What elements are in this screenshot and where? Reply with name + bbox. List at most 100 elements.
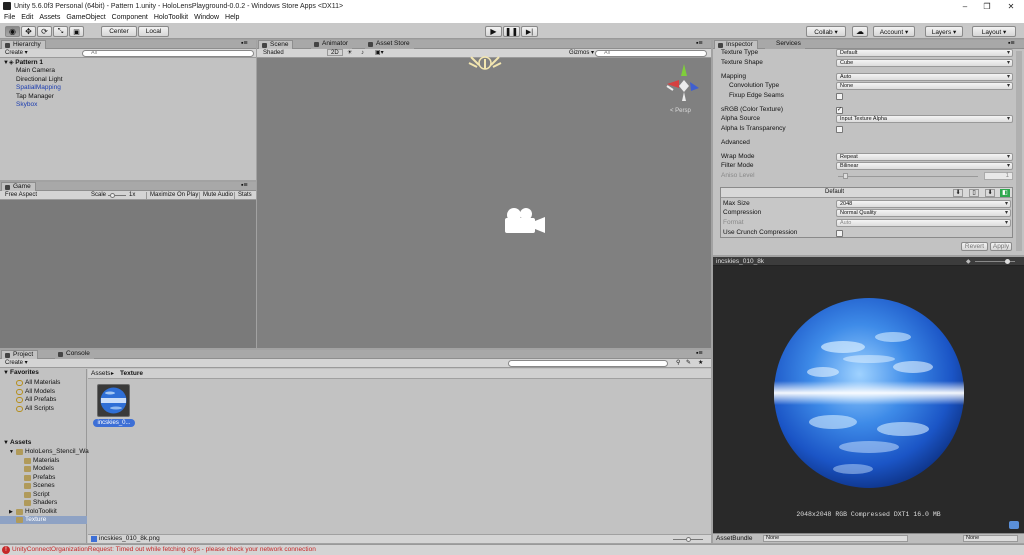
tab-project[interactable]: Project <box>1 350 39 359</box>
mobile-icon[interactable]: ▯ <box>969 189 979 197</box>
favorite-item[interactable]: All Scripts <box>16 405 54 413</box>
platform-dropdown[interactable]: 2048 <box>836 200 1011 208</box>
inspector-dropdown[interactable]: None <box>836 82 1013 90</box>
tab-services[interactable]: Services <box>765 40 805 49</box>
hierarchy-item[interactable]: Tap Manager <box>16 93 54 101</box>
scene-root[interactable]: ▼◈ Pattern 1 <box>3 59 43 67</box>
favorite-item[interactable]: All Materials <box>16 379 60 387</box>
pause-button[interactable]: ❚❚ <box>503 26 520 37</box>
inspector-dropdown[interactable]: Repeat <box>836 153 1013 161</box>
asset-folder-item[interactable]: Script <box>24 491 50 499</box>
inspector-dropdown[interactable]: Input Texture Alpha <box>836 115 1013 123</box>
tab-hierarchy[interactable]: Hierarchy <box>1 40 46 49</box>
project-menu-icon[interactable]: ▪≡ <box>693 350 706 357</box>
hierarchy-search-input[interactable]: All <box>82 50 254 57</box>
close-button[interactable]: ✕ <box>1000 0 1022 12</box>
project-search-input[interactable] <box>508 360 668 367</box>
platform-default-tab[interactable]: Default <box>825 189 844 195</box>
favorite-star-icon[interactable]: ★ <box>695 360 706 367</box>
asset-thumbnail[interactable] <box>97 384 130 417</box>
asset-bundle-dropdown[interactable]: None <box>763 535 908 542</box>
inspector-dropdown[interactable]: Cube <box>836 59 1013 67</box>
asset-label[interactable]: incskies_0... <box>93 419 135 427</box>
revert-button[interactable]: Revert <box>961 242 988 251</box>
inspector-checkbox[interactable] <box>836 126 843 133</box>
expand-arrow-icon[interactable]: ▼ <box>9 448 14 456</box>
asset-folder-item[interactable]: Models <box>24 465 54 473</box>
aniso-slider-thumb[interactable] <box>843 173 848 179</box>
status-message[interactable]: UnityConnectOrganizationRequest: Timed o… <box>12 546 316 553</box>
menu-file[interactable]: File <box>4 14 15 21</box>
rect-tool-button[interactable]: ▣ <box>69 26 84 37</box>
menu-holotoolkit[interactable]: HoloToolkit <box>154 14 188 21</box>
hierarchy-item[interactable]: Main Camera <box>16 67 55 75</box>
inspector-scrollbar[interactable] <box>1016 51 1022 251</box>
aniso-value-field[interactable]: 1 <box>984 172 1013 180</box>
hierarchy-create-button[interactable]: Create ▾ <box>2 50 31 57</box>
asset-folder-item[interactable]: Texture <box>0 516 87 524</box>
panel-lock-icon[interactable]: ▪≡ <box>238 40 251 47</box>
menu-edit[interactable]: Edit <box>21 14 33 21</box>
layers-dropdown[interactable]: Layers ▾ <box>925 26 963 37</box>
asset-variant-dropdown[interactable]: None <box>963 535 1018 542</box>
hierarchy-item[interactable]: SpatialMapping <box>16 84 61 92</box>
tab-game[interactable]: Game <box>1 182 36 191</box>
assets-root[interactable]: ▼ Assets <box>3 439 31 447</box>
inspector-dropdown[interactable]: Default <box>836 49 1013 57</box>
effects-toggle-icon[interactable]: ▣▾ <box>372 50 387 57</box>
inspector-checkbox[interactable] <box>836 93 843 100</box>
maximize-on-play-toggle[interactable]: Maximize On Play <box>146 192 201 199</box>
hierarchy-item[interactable]: Skybox <box>16 101 37 109</box>
stats-toggle[interactable]: Stats <box>234 192 255 199</box>
project-create-button[interactable]: Create ▾ <box>2 360 31 367</box>
account-button[interactable]: Account ▾ <box>873 26 915 37</box>
hand-tool-button[interactable]: ◉ <box>5 26 20 37</box>
platform-checkbox[interactable] <box>836 230 843 237</box>
step-button[interactable]: ▶| <box>521 26 538 37</box>
asset-folder-item[interactable]: Materials <box>24 457 59 465</box>
menu-help[interactable]: Help <box>225 14 239 21</box>
menu-assets[interactable]: Assets <box>39 14 60 21</box>
tab-animator[interactable]: Animator <box>311 40 353 49</box>
hierarchy-item[interactable]: Directional Light <box>16 76 63 84</box>
download-platform-icon[interactable]: ⬇ <box>985 189 995 197</box>
favorites-root[interactable]: ▼ Favorites <box>3 369 39 377</box>
inspector-dropdown[interactable]: Auto <box>836 73 1013 81</box>
advanced-foldout[interactable]: Advanced <box>715 139 750 147</box>
filter-type-icon[interactable]: ⚲ <box>673 360 683 367</box>
tab-asset-store[interactable]: Asset Store <box>365 40 414 49</box>
breadcrumb-texture[interactable]: Texture <box>120 370 143 377</box>
aniso-slider-track[interactable] <box>838 176 978 177</box>
asset-folder-item[interactable]: HoloToolkit ▶ <box>9 508 57 516</box>
game-panel-menu-icon[interactable]: ▪≡ <box>238 182 251 189</box>
gizmos-dropdown[interactable]: Gizmos ▾ <box>566 50 597 57</box>
pivot-center-button[interactable]: Center <box>101 26 137 37</box>
mip-slider-icon[interactable]: ◆ <box>966 258 971 265</box>
light-gizmo-icon[interactable] <box>465 55 505 77</box>
play-button[interactable]: ▶ <box>485 26 502 37</box>
favorite-item[interactable]: All Models <box>16 388 55 396</box>
scale-tool-button[interactable]: ⤡ <box>53 26 68 37</box>
orientation-gizmo[interactable] <box>665 62 703 104</box>
platform-dropdown[interactable]: Auto <box>836 219 1011 227</box>
scene-panel-menu-icon[interactable]: ▪≡ <box>693 40 706 47</box>
collab-button[interactable]: Collab ▾ <box>806 26 846 37</box>
layout-dropdown[interactable]: Layout ▾ <box>972 26 1016 37</box>
shading-mode-dropdown[interactable]: Shaded <box>260 50 324 57</box>
inspector-checkbox[interactable]: ✓ <box>836 107 843 114</box>
icon-size-slider-thumb[interactable] <box>686 537 691 542</box>
mute-audio-toggle[interactable]: Mute Audio <box>199 192 236 199</box>
menu-gameobject[interactable]: GameObject <box>66 14 105 21</box>
favorite-item[interactable]: All Prefabs <box>16 396 56 404</box>
asset-folder-item[interactable]: Prefabs <box>24 474 55 482</box>
asset-folder-item[interactable]: Scenes <box>24 482 55 490</box>
scene-search-input[interactable]: All <box>595 50 707 57</box>
camera-gizmo-icon[interactable] <box>502 205 548 237</box>
maximize-button[interactable]: ❐ <box>976 0 998 12</box>
download-icon[interactable]: ⬇ <box>953 189 963 197</box>
filter-label-icon[interactable]: ✎ <box>683 360 694 367</box>
menu-window[interactable]: Window <box>194 14 219 21</box>
mip-slider-thumb[interactable] <box>1005 259 1010 264</box>
persp-label[interactable]: < Persp <box>670 108 691 114</box>
cloud-button[interactable]: ☁ <box>852 26 868 37</box>
